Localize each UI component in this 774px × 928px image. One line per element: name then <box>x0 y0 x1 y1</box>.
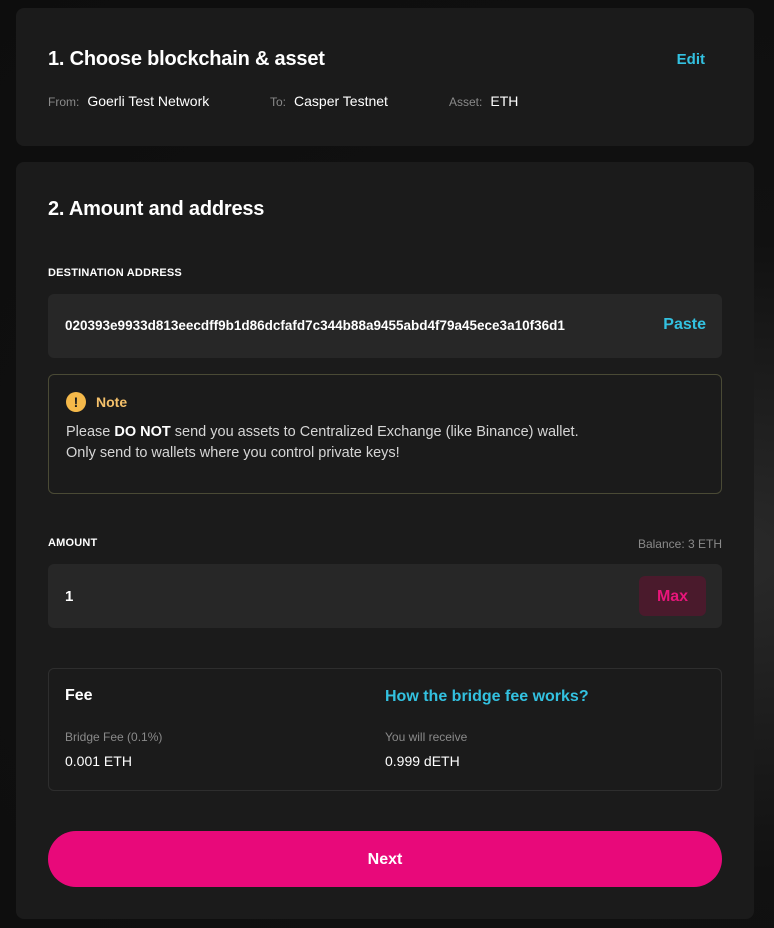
note-line-1: Please DO NOT send you assets to Central… <box>66 422 579 443</box>
amount-label: AMOUNT <box>48 537 98 549</box>
from-field: From: Goerli Test Network <box>48 93 270 109</box>
next-button[interactable]: Next <box>48 831 722 887</box>
edit-button[interactable]: Edit <box>677 51 705 68</box>
asset-label: Asset: <box>449 95 483 109</box>
step1-title: 1. Choose blockchain & asset <box>48 48 325 70</box>
from-label: From: <box>48 95 80 109</box>
bridge-fee-label: Bridge Fee (0.1%) <box>65 730 163 744</box>
bridge-fee-value: 0.001 ETH <box>65 753 132 769</box>
amount-field[interactable]: Max <box>48 564 722 628</box>
note-line-1-prefix: Please <box>66 424 115 440</box>
destination-address-label: DESTINATION ADDRESS <box>48 267 182 279</box>
from-value: Goerli Test Network <box>87 93 210 109</box>
destination-address-field[interactable]: 020393e9933d813eecdff9b1d86dcfafd7c344b8… <box>48 294 722 358</box>
asset-value: ETH <box>490 93 519 109</box>
note-line-1-suffix: send you assets to Centralized Exchange … <box>170 424 579 440</box>
page: 1. Choose blockchain & asset Edit From: … <box>0 0 774 928</box>
receive-value: 0.999 dETH <box>385 753 460 769</box>
note-line-1-bold: DO NOT <box>114 424 171 440</box>
warning-icon: ! <box>66 392 86 412</box>
paste-button[interactable]: Paste <box>663 316 706 334</box>
max-button[interactable]: Max <box>639 576 706 616</box>
fee-box: Fee How the bridge fee works? Bridge Fee… <box>48 668 722 791</box>
step2-title: 2. Amount and address <box>48 198 265 220</box>
to-field: To: Casper Testnet <box>270 93 449 109</box>
note-title: Note <box>96 394 128 410</box>
bridge-fee-info-link[interactable]: How the bridge fee works? <box>385 688 589 706</box>
destination-address-value[interactable]: 020393e9933d813eecdff9b1d86dcfafd7c344b8… <box>65 318 565 333</box>
note-text: Please DO NOT send you assets to Central… <box>66 422 579 464</box>
choose-chain-card: 1. Choose blockchain & asset Edit From: … <box>16 8 754 146</box>
asset-field: Asset: ETH <box>449 93 518 109</box>
to-value: Casper Testnet <box>294 93 388 109</box>
amount-address-card: 2. Amount and address DESTINATION ADDRES… <box>16 162 754 919</box>
note-header: ! Note <box>66 392 127 412</box>
balance-text: Balance: 3 ETH <box>637 537 722 551</box>
note-box: ! Note Please DO NOT send you assets to … <box>48 374 722 494</box>
fee-title: Fee <box>65 687 93 704</box>
route-summary: From: Goerli Test Network To: Casper Tes… <box>48 93 518 109</box>
amount-input[interactable] <box>65 588 465 605</box>
receive-label: You will receive <box>385 730 468 744</box>
note-line-2: Only send to wallets where you control p… <box>66 445 400 461</box>
to-label: To: <box>270 95 287 109</box>
